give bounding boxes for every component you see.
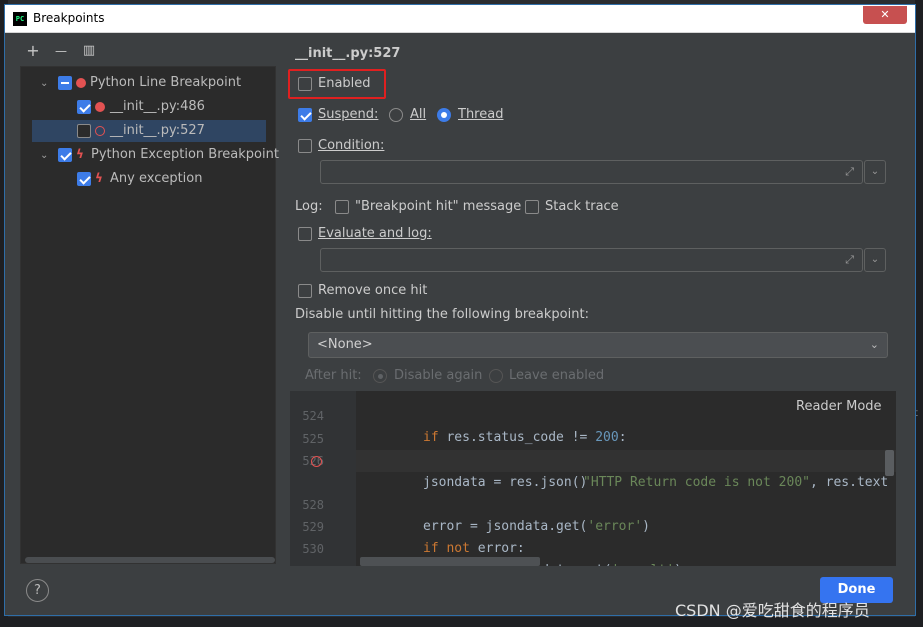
evaluate-label[interactable]: Evaluate and log: [318,226,432,241]
after-hit-label: After hit: [305,368,362,383]
log-message-checkbox[interactable] [335,200,349,214]
leave-enabled-label[interactable]: Leave enabled [509,368,604,383]
code-line: 530 return jsondata.get('result') [290,516,896,566]
disable-until-value: <None> [317,337,373,352]
evaluate-input[interactable]: ⤢ [320,248,863,272]
line-number: 531 [292,561,324,566]
tree-group-label: Python Line Breakpoint [90,75,242,90]
condition-checkbox[interactable] [298,139,312,153]
tree-group-python-line[interactable]: ⌄ Python Line Breakpoint [21,72,273,94]
red-dot-icon [95,102,105,112]
suspend-label[interactable]: Suspend: [318,107,378,122]
code-line-current: jsondata = res.json() [356,450,896,490]
item-checkbox[interactable] [77,100,91,114]
breakpoints-tree: ⌄ Python Line Breakpoint __init__.py:486… [20,66,279,564]
group-checkbox[interactable] [58,148,72,162]
suspend-checkbox[interactable] [298,108,312,122]
stack-trace-label[interactable]: Stack trace [545,199,619,214]
remove-once-hit-checkbox[interactable] [298,284,312,298]
red-hollow-dot-icon [95,126,105,136]
remove-breakpoint-button[interactable]: — [52,42,70,60]
disable-again-radio[interactable] [373,369,387,383]
tree-horizontal-scrollbar[interactable] [25,557,275,563]
chevron-down-icon[interactable]: ⌄ [40,151,50,161]
group-by-icon[interactable]: ▥ [80,42,98,60]
enabled-checkbox[interactable] [298,77,312,91]
item-checkbox[interactable] [77,124,91,138]
stack-trace-checkbox[interactable] [525,200,539,214]
expand-icon[interactable]: ⤢ [845,166,854,178]
add-breakpoint-button[interactable]: + [24,42,42,60]
breakpoint-hollow-icon[interactable] [311,456,322,467]
tree-item-label: __init__.py:527 [110,123,205,138]
title-bar: PC Breakpoints ✕ [5,5,915,33]
watermark-text: CSDN @爱吃甜食的程序员 [675,601,870,620]
item-checkbox[interactable] [77,172,91,186]
remove-once-hit-label[interactable]: Remove once hit [318,283,427,298]
tree-item-label: Any exception [110,171,203,186]
lightning-icon: ϟ [76,147,84,161]
help-button[interactable]: ? [26,579,49,602]
expand-icon[interactable]: ⤢ [845,254,854,266]
disable-until-select[interactable]: <None> ⌄ [308,332,888,358]
group-checkbox[interactable] [58,76,72,90]
tree-item-label: __init__.py:486 [110,99,205,114]
close-button[interactable]: ✕ [863,6,907,24]
suspend-thread-label[interactable]: Thread [458,107,503,122]
window-title: Breakpoints [33,11,105,25]
tree-toolbar: + — ▥ [24,42,104,62]
suspend-thread-radio[interactable] [437,108,451,122]
suspend-all-radio[interactable] [389,108,403,122]
code-line: 528 error = jsondata.get('error') [290,472,896,534]
evaluate-checkbox[interactable] [298,227,312,241]
lightning-icon: ϟ [95,171,103,185]
tree-item-init-486[interactable]: __init__.py:486 [21,96,273,118]
background-window-right [915,0,923,627]
tree-group-python-exception[interactable]: ⌄ ϟ Python Exception Breakpoint [21,144,279,166]
condition-input[interactable]: ⤢ [320,160,863,184]
chevron-down-icon: ⌄ [869,338,879,351]
suspend-all-label[interactable]: All [410,107,426,122]
tree-item-any-exception[interactable]: ϟ Any exception [21,168,273,190]
condition-history-dropdown[interactable]: ⌄ [864,160,886,184]
code-preview: 524 if res.status_code != 200: 525 raise… [290,391,896,566]
breakpoint-title: __init__.py:527 [295,46,401,61]
red-dot-icon [76,78,86,88]
condition-label[interactable]: Condition: [318,138,384,153]
code-line: 526 "HTTP Return code is not 200", res.t… [290,428,896,490]
disable-until-label: Disable until hitting the following brea… [295,307,589,322]
tree-item-init-527[interactable]: __init__.py:527 [32,120,266,142]
leave-enabled-radio[interactable] [489,369,503,383]
chevron-down-icon[interactable]: ⌄ [40,79,50,89]
editor-vertical-scrollbar[interactable] [885,450,894,476]
pycharm-app-icon: PC [13,12,27,26]
disable-again-label[interactable]: Disable again [394,368,482,383]
log-label: Log: [295,199,323,214]
log-message-label[interactable]: "Breakpoint hit" message [355,199,521,214]
reader-mode-toggle[interactable]: Reader Mode [796,399,882,414]
evaluate-history-dropdown[interactable]: ⌄ [864,248,886,272]
code-line: 529 if not error: [290,494,896,556]
tree-group-label: Python Exception Breakpoint [91,147,279,162]
editor-horizontal-scrollbar[interactable] [360,557,540,566]
enabled-label[interactable]: Enabled [318,76,371,91]
